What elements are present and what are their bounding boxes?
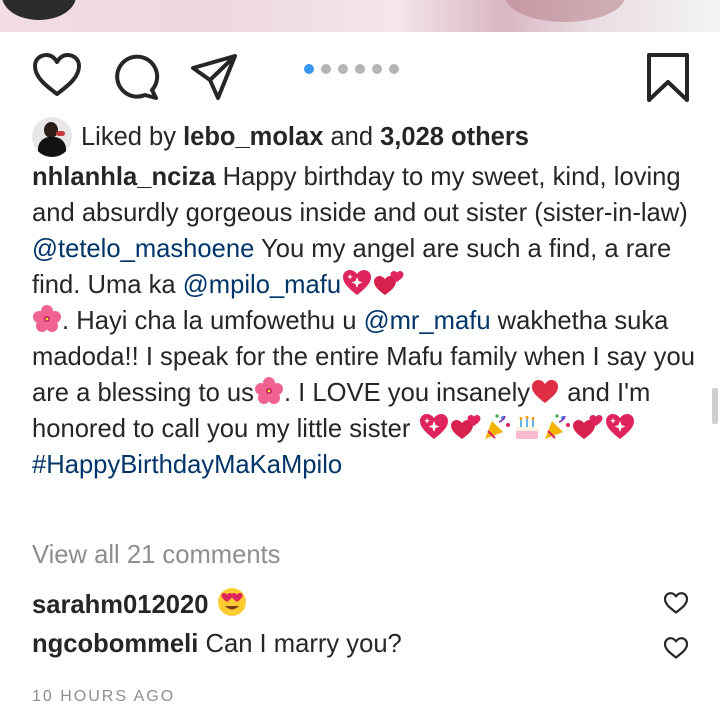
confetti-emoji	[483, 413, 511, 441]
sparkling-heart-emoji	[342, 269, 372, 297]
share-icon[interactable]	[190, 53, 238, 101]
view-all-comments-link[interactable]: View all 21 comments	[32, 541, 280, 570]
like-comment-heart-icon[interactable]	[663, 636, 689, 665]
two-hearts-emoji	[374, 269, 404, 297]
caption-username[interactable]: nhlanhla_nciza	[32, 163, 215, 191]
carousel-dot	[321, 64, 331, 74]
post-image[interactable]	[0, 0, 720, 32]
likes-text: Liked by lebo_molax and 3,028 others	[81, 123, 529, 152]
red-heart-emoji	[531, 379, 559, 405]
image-detail	[2, 0, 76, 20]
post-caption: nhlanhla_nciza Happy birthday to my swee…	[32, 159, 696, 483]
heart-eyes-emoji	[217, 587, 247, 617]
sparkling-heart-emoji	[419, 413, 449, 441]
like-comment-heart-icon[interactable]	[663, 591, 689, 620]
carousel-dot	[338, 64, 348, 74]
two-hearts-emoji	[572, 413, 603, 441]
carousel-dot	[355, 64, 365, 74]
caption-text: . Hayi cha la umfowethu u	[62, 307, 364, 335]
post-timestamp: 10 HOURS AGO	[32, 688, 176, 705]
likes-summary[interactable]: Liked by lebo_molax and 3,028 others	[32, 115, 529, 159]
carousel-dot	[389, 64, 399, 74]
liker-username[interactable]: lebo_molax	[183, 123, 323, 151]
carousel-dot	[372, 64, 382, 74]
comment-username[interactable]: sarahm012020	[32, 591, 208, 619]
hashtag-link[interactable]: #HappyBirthdayMaKaMpilo	[32, 451, 342, 479]
sparkling-heart-emoji	[605, 413, 635, 441]
mention-link[interactable]: @tetelo_mashoene	[32, 235, 254, 263]
comment-icon[interactable]	[112, 53, 160, 101]
scrollbar-thumb[interactable]	[712, 388, 718, 424]
comment-username[interactable]: ngcobommeli	[32, 630, 198, 658]
confetti-emoji	[543, 413, 571, 441]
comment-text: Can I marry you?	[205, 630, 402, 658]
carousel-dot-active	[304, 64, 314, 74]
likes-connector: and	[330, 122, 374, 151]
likes-prefix: Liked by	[81, 122, 176, 151]
comment-row: ngcobommeli Can I marry you?	[32, 630, 402, 659]
bookmark-icon[interactable]	[646, 52, 690, 104]
mention-link[interactable]: @mpilo_mafu	[183, 271, 341, 299]
hibiscus-emoji	[33, 305, 61, 333]
carousel-indicator	[304, 64, 399, 74]
likes-others-count[interactable]: 3,028 others	[380, 123, 529, 151]
two-hearts-emoji	[450, 413, 481, 441]
liker-avatar[interactable]	[32, 117, 72, 157]
like-heart-icon[interactable]	[32, 52, 82, 98]
mention-link[interactable]: @mr_mafu	[364, 307, 491, 335]
image-detail	[505, 0, 625, 22]
caption-text: . I LOVE you insanely	[283, 379, 531, 407]
birthday-cake-emoji	[513, 413, 541, 441]
comment-row: sarahm012020	[32, 587, 248, 620]
hibiscus-emoji	[254, 377, 283, 405]
